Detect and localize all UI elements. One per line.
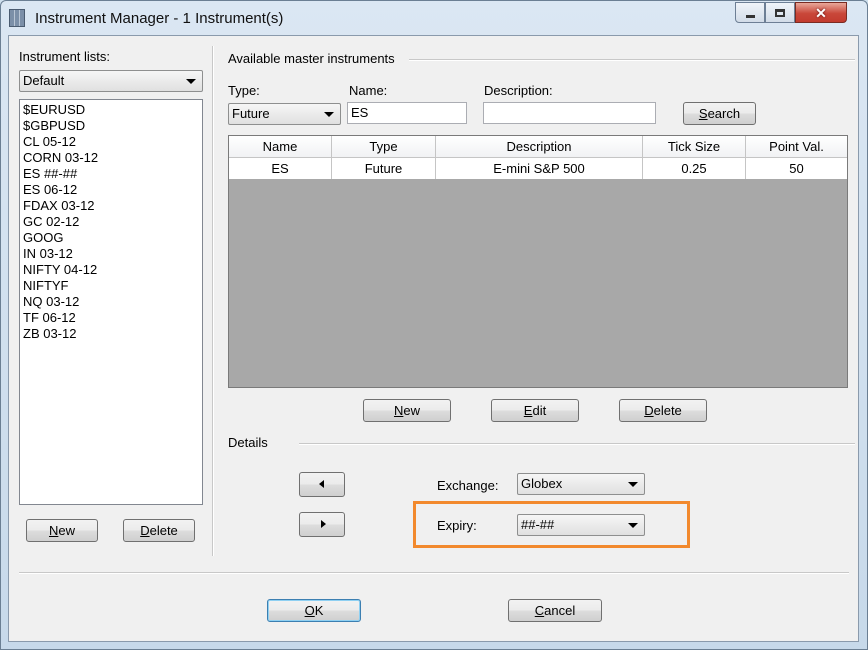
maximize-button[interactable] <box>765 2 795 23</box>
master-edit-button[interactable]: Edit <box>491 399 579 422</box>
move-left-button[interactable] <box>299 472 345 497</box>
minimize-icon <box>745 15 755 18</box>
close-icon: ✕ <box>815 4 827 21</box>
cell-description[interactable]: E-mini S&P 500 <box>435 157 643 179</box>
instruments-table: Name Type Description Tick Size Point Va… <box>229 136 847 179</box>
arrow-left-icon <box>319 480 324 488</box>
list-item[interactable]: NIFTYF <box>23 278 199 294</box>
dialog-client-area: Instrument lists: Default $EURUSD $GBPUS… <box>8 35 859 642</box>
master-instruments-group-label: Available master instruments <box>228 51 395 66</box>
list-item[interactable]: CORN 03-12 <box>23 150 199 166</box>
cancel-button[interactable]: Cancel <box>508 599 602 622</box>
list-item[interactable]: NIFTY 04-12 <box>23 262 199 278</box>
expiry-label: Expiry: <box>437 518 477 533</box>
column-header-type[interactable]: Type <box>331 136 436 158</box>
instrument-manager-window: Instrument Manager - 1 Instrument(s) ✕ I… <box>0 0 868 650</box>
list-item[interactable]: ES ##-## <box>23 166 199 182</box>
type-selected-value: Future <box>232 106 270 121</box>
arrow-right-icon <box>321 520 326 528</box>
move-right-button[interactable] <box>299 512 345 537</box>
table-header-row: Name Type Description Tick Size Point Va… <box>229 136 847 158</box>
list-item[interactable]: FDAX 03-12 <box>23 198 199 214</box>
exchange-select[interactable]: Globex <box>517 473 645 495</box>
vertical-divider <box>212 46 214 556</box>
instrument-manager-app-icon[interactable] <box>9 9 25 27</box>
close-button[interactable]: ✕ <box>795 2 847 23</box>
list-item[interactable]: CL 05-12 <box>23 134 199 150</box>
ok-button[interactable]: OK <box>267 599 361 622</box>
expiry-selected-value: ##-## <box>521 517 555 532</box>
type-select[interactable]: Future <box>228 103 341 125</box>
table-row[interactable]: ES Future E-mini S&P 500 0.25 50 <box>229 157 848 180</box>
chevron-down-icon <box>628 523 638 528</box>
column-header-description[interactable]: Description <box>435 136 643 158</box>
list-item[interactable]: GC 02-12 <box>23 214 199 230</box>
description-label: Description: <box>484 83 553 98</box>
cell-tick-size[interactable]: 0.25 <box>642 157 746 179</box>
details-group-label: Details <box>228 435 268 450</box>
search-button[interactable]: Search <box>683 102 756 125</box>
minimize-button[interactable] <box>735 2 765 23</box>
instrument-lists-label: Instrument lists: <box>19 49 111 64</box>
exchange-label: Exchange: <box>437 478 499 493</box>
list-item[interactable]: IN 03-12 <box>23 246 199 262</box>
window-title: Instrument Manager - 1 Instrument(s) <box>35 10 284 27</box>
list-item[interactable]: NQ 03-12 <box>23 294 199 310</box>
maximize-icon <box>775 8 785 17</box>
title-bar[interactable]: Instrument Manager - 1 Instrument(s) ✕ <box>1 1 867 35</box>
list-item[interactable]: $EURUSD <box>23 102 199 118</box>
exchange-selected-value: Globex <box>521 476 563 491</box>
expiry-select[interactable]: ##-## <box>517 514 645 536</box>
master-delete-button[interactable]: Delete <box>619 399 707 422</box>
chevron-down-icon <box>324 112 334 117</box>
chevron-down-icon <box>186 79 196 84</box>
name-input[interactable]: ES <box>347 102 467 124</box>
instrument-list-select[interactable]: Default <box>19 70 203 92</box>
type-label: Type: <box>228 83 260 98</box>
chevron-down-icon <box>628 482 638 487</box>
cell-name[interactable]: ES <box>229 157 332 179</box>
instrument-list-selected-value: Default <box>23 73 65 88</box>
column-header-tick-size[interactable]: Tick Size <box>642 136 746 158</box>
instrument-list[interactable]: $EURUSD $GBPUSD CL 05-12 CORN 03-12 ES #… <box>19 99 203 505</box>
master-instruments-grid[interactable]: Name Type Description Tick Size Point Va… <box>228 135 848 388</box>
name-label: Name: <box>349 83 388 98</box>
group-divider <box>299 443 855 445</box>
list-item[interactable]: GOOG <box>23 230 199 246</box>
column-header-point-value[interactable]: Point Val. <box>745 136 847 158</box>
list-item[interactable]: $GBPUSD <box>23 118 199 134</box>
cell-point-value[interactable]: 50 <box>746 158 848 180</box>
list-item[interactable]: ZB 03-12 <box>23 326 199 342</box>
master-new-button[interactable]: New <box>363 399 451 422</box>
group-divider <box>409 59 855 61</box>
list-item[interactable]: TF 06-12 <box>23 310 199 326</box>
column-header-name[interactable]: Name <box>229 136 332 158</box>
footer-divider <box>19 572 849 574</box>
list-item[interactable]: ES 06-12 <box>23 182 199 198</box>
list-delete-button[interactable]: Delete <box>123 519 195 542</box>
list-new-button[interactable]: New <box>26 519 98 542</box>
cell-type[interactable]: Future <box>331 157 436 179</box>
description-input[interactable] <box>483 102 656 124</box>
